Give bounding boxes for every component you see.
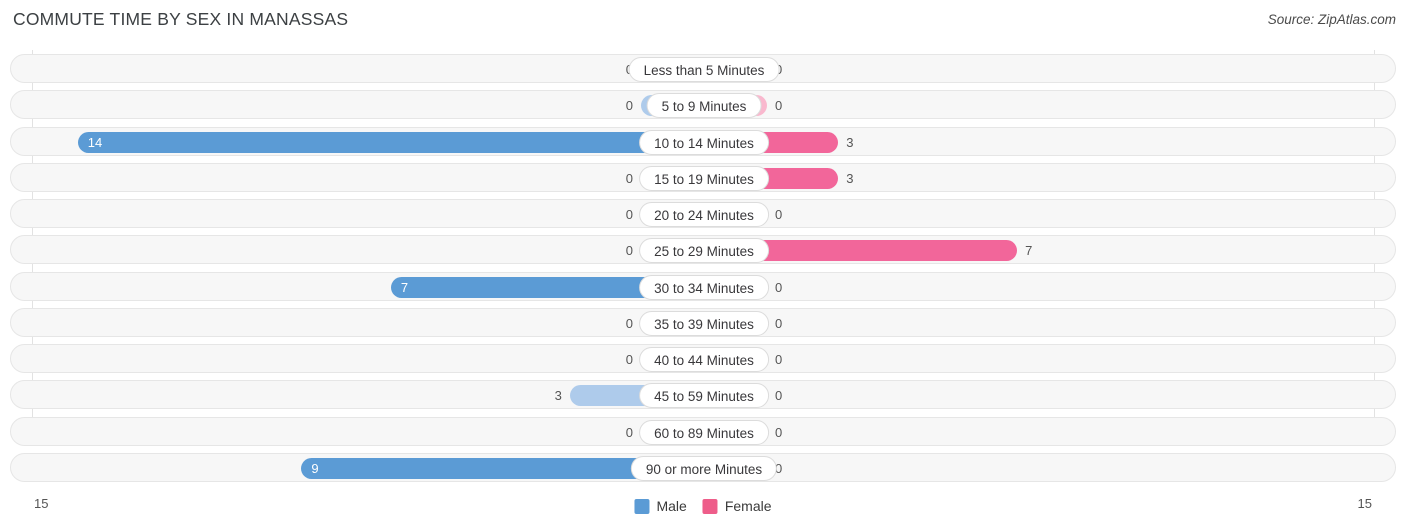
- bar-value-female: 0: [775, 460, 783, 476]
- bar-value-female: 0: [775, 207, 783, 222]
- chart-page: COMMUTE TIME BY SEX IN MANASSAS Source: …: [0, 0, 1406, 523]
- bar-value-male: 0: [593, 59, 633, 80]
- category-label: 30 to 34 Minutes: [639, 274, 769, 300]
- category-label: 25 to 29 Minutes: [639, 238, 769, 264]
- category-label: 15 to 19 Minutes: [639, 165, 769, 191]
- table-row: 9 0 90 or more Minutes: [10, 452, 1396, 482]
- table-row: 7 0 30 to 34 Minutes: [10, 271, 1396, 301]
- bar-value-female: 7: [1025, 243, 1033, 259]
- table-row: 0 3 15 to 19 Minutes: [10, 162, 1396, 192]
- table-row: 14 3 10 to 14 Minutes: [10, 126, 1396, 156]
- bar-value-female: 0: [775, 315, 783, 331]
- category-label: 35 to 39 Minutes: [639, 310, 769, 336]
- bar-value-male: 0: [625, 243, 633, 259]
- square-swatch-icon: [634, 498, 650, 514]
- bar-value-male: 0: [625, 98, 633, 114]
- category-label: 60 to 89 Minutes: [639, 419, 769, 445]
- category-label: 40 to 44 Minutes: [639, 347, 769, 372]
- diverging-bar-plot: 00Less than 5 Minutes005 to 9 Minutes143…: [0, 50, 1406, 486]
- table-row: 0 0 40 to 44 Minutes: [10, 344, 1396, 373]
- square-swatch-icon: [702, 498, 718, 514]
- table-row: 0 0 20 to 24 Minutes: [10, 199, 1396, 228]
- bar-value-female: 3: [846, 170, 854, 186]
- source-attribution: Source: ZipAtlas.com: [1267, 12, 1396, 27]
- bar-value-male: 14: [87, 134, 103, 150]
- category-label: 5 to 9 Minutes: [646, 93, 762, 119]
- legend-label: Male: [656, 498, 687, 514]
- table-row: 0 0 60 to 89 Minutes: [10, 416, 1396, 446]
- bar-value-male: 3: [554, 388, 562, 404]
- bar-value-female: 0: [775, 59, 815, 80]
- bar-value-male: 0: [625, 352, 633, 367]
- table-row: 0 0 5 to 9 Minutes: [10, 90, 1396, 120]
- table-row: 0 7 25 to 29 Minutes: [10, 235, 1396, 265]
- table-row: 0 0Less than 5 Minutes: [10, 54, 1396, 83]
- bar-value-female: 3: [846, 134, 854, 150]
- legend-item-male[interactable]: Male: [634, 498, 687, 514]
- bar-value-female: 0: [775, 279, 783, 295]
- category-label: 20 to 24 Minutes: [639, 202, 769, 227]
- axis-max-left: 15: [34, 496, 49, 511]
- bar-value-male: 0: [625, 170, 633, 186]
- bar-value-male: 0: [625, 424, 633, 440]
- legend-item-female[interactable]: Female: [702, 498, 772, 514]
- bar-value-female: 0: [775, 424, 783, 440]
- bar-value-male: 0: [625, 207, 633, 222]
- category-label: Less than 5 Minutes: [628, 57, 780, 82]
- category-label: 10 to 14 Minutes: [639, 129, 769, 155]
- page-title: COMMUTE TIME BY SEX IN MANASSAS: [13, 9, 349, 29]
- table-row: 0 0 35 to 39 Minutes: [10, 307, 1396, 337]
- category-label: 90 or more Minutes: [630, 455, 778, 481]
- legend-label: Female: [724, 498, 772, 514]
- chart-legend: Male Female: [634, 498, 772, 514]
- bar-value-female: 0: [775, 352, 783, 367]
- table-row: 3 0 45 to 59 Minutes: [10, 380, 1396, 410]
- axis-max-right: 15: [1357, 496, 1372, 511]
- bar-value-male: 0: [625, 315, 633, 331]
- bar-value-female: 0: [775, 388, 783, 404]
- category-label: 45 to 59 Minutes: [639, 383, 769, 409]
- bar-value-female: 0: [775, 98, 783, 114]
